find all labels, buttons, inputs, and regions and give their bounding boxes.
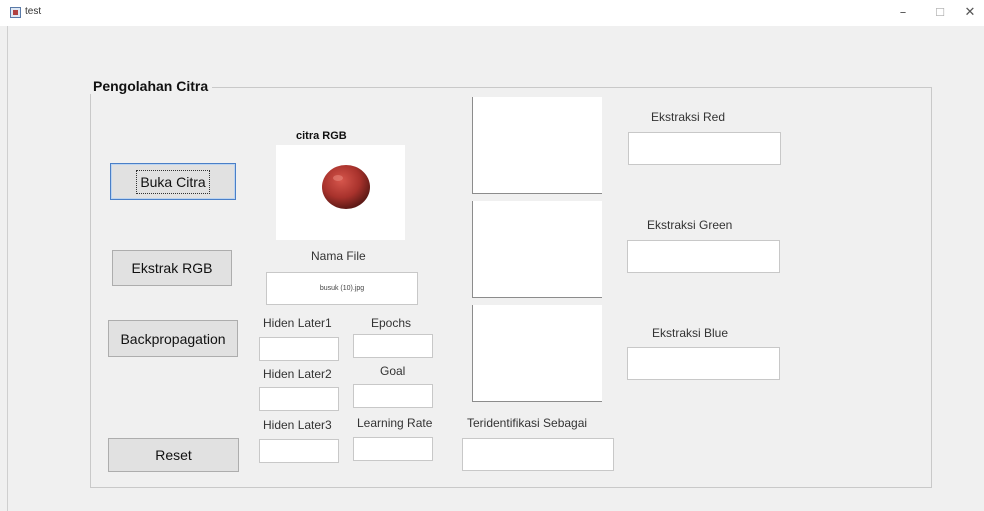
close-button[interactable]: ✕ xyxy=(960,4,980,22)
citra-rgb-axes xyxy=(276,145,405,240)
backpropagation-button[interactable]: Backpropagation xyxy=(108,320,238,357)
minimize-button[interactable]: – xyxy=(893,4,913,22)
hiden-layer2-label: Hiden Later2 xyxy=(263,367,332,381)
window-titlebar: test – ☐ ✕ xyxy=(0,0,984,26)
hiden-layer3-label: Hiden Later3 xyxy=(263,418,332,432)
window-left-edge xyxy=(7,26,8,511)
hiden-layer3-input[interactable] xyxy=(259,439,339,463)
hiden-layer2-input[interactable] xyxy=(259,387,339,411)
goal-label: Goal xyxy=(380,364,406,378)
nama-file-label: Nama File xyxy=(311,249,366,263)
backpropagation-label: Backpropagation xyxy=(120,330,226,347)
ekstraksi-red-label: Ekstraksi Red xyxy=(651,110,726,124)
ekstrak-rgb-label: Ekstrak RGB xyxy=(131,260,213,276)
maximize-button[interactable]: ☐ xyxy=(930,4,950,22)
ekstraksi-blue-field[interactable] xyxy=(627,347,780,380)
teridentifikasi-field[interactable] xyxy=(462,438,614,471)
blue-channel-axes xyxy=(472,305,602,402)
reset-label: Reset xyxy=(155,447,192,463)
reset-button[interactable]: Reset xyxy=(108,438,239,472)
ekstraksi-green-label: Ekstraksi Green xyxy=(647,218,733,232)
red-channel-axes xyxy=(472,97,602,194)
buka-citra-label: Buka Citra xyxy=(136,169,210,194)
learning-rate-label: Learning Rate xyxy=(357,416,433,430)
buka-citra-button[interactable]: Buka Citra xyxy=(110,163,236,200)
window-title: test xyxy=(25,6,42,17)
panel-title: Pengolahan Citra xyxy=(90,78,213,94)
epochs-label: Epochs xyxy=(371,316,412,330)
nama-file-value: busuk (10).jpg xyxy=(319,285,365,292)
nama-file-field[interactable]: busuk (10).jpg xyxy=(266,272,418,305)
hiden-layer1-label: Hiden Later1 xyxy=(263,316,332,330)
citra-rgb-title: citra RGB xyxy=(296,130,347,142)
hiden-layer1-input[interactable] xyxy=(259,337,339,361)
red-fruit-image xyxy=(322,165,370,209)
matlab-figure-icon xyxy=(10,7,21,18)
ekstraksi-blue-label: Ekstraksi Blue xyxy=(652,326,729,340)
learning-rate-input[interactable] xyxy=(353,437,433,461)
ekstraksi-red-field[interactable] xyxy=(628,132,781,165)
ekstrak-rgb-button[interactable]: Ekstrak RGB xyxy=(112,250,232,286)
teridentifikasi-label: Teridentifikasi Sebagai xyxy=(467,416,588,430)
goal-input[interactable] xyxy=(353,384,433,408)
green-channel-axes xyxy=(472,201,602,298)
ekstraksi-green-field[interactable] xyxy=(627,240,780,273)
epochs-input[interactable] xyxy=(353,334,433,358)
